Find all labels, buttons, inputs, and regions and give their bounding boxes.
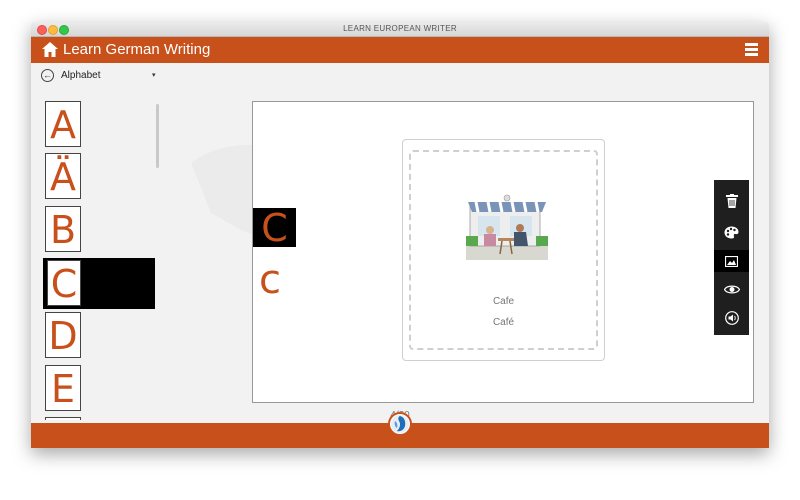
word-card: Cafe Café	[402, 139, 605, 361]
image-icon[interactable]	[714, 250, 749, 272]
word-card-frame: Cafe Café	[409, 150, 598, 350]
window-title: LEARN EUROPEAN WRITER	[343, 24, 457, 33]
app-logo-button[interactable]	[388, 412, 412, 436]
letter-tile-e[interactable]: E	[45, 365, 81, 411]
app-window: LEARN EUROPEAN WRITER Learn German Writi…	[31, 22, 769, 448]
speaker-icon[interactable]	[714, 307, 749, 329]
home-icon[interactable]	[41, 41, 59, 58]
palette-icon[interactable]	[714, 221, 749, 243]
letter-tile-b[interactable]: B	[45, 206, 81, 252]
letter-tile-d[interactable]: D	[45, 312, 81, 358]
letter-tile-c[interactable]: C	[47, 260, 81, 306]
app-title: Learn German Writing	[63, 41, 211, 58]
letter-list: A Ä B C D E	[43, 101, 158, 420]
hamburger-menu-icon[interactable]	[745, 43, 758, 57]
app-header: Learn German Writing	[31, 37, 769, 63]
back-arrow-icon[interactable]: ←	[41, 69, 54, 82]
globe-logo-icon	[391, 415, 409, 433]
window-titlebar: LEARN EUROPEAN WRITER	[31, 22, 769, 37]
category-select[interactable]: Alphabet	[61, 70, 100, 81]
chevron-down-icon[interactable]: ▾	[152, 71, 156, 79]
writing-panel: C c Cafe Café	[252, 101, 754, 403]
letter-list-scrollbar[interactable]	[156, 104, 159, 168]
word-label: Cafe	[492, 296, 515, 307]
side-toolbar	[714, 180, 749, 335]
letter-tile-a[interactable]: A	[45, 101, 81, 147]
eye-icon[interactable]	[714, 278, 749, 300]
cafe-illustration	[466, 194, 548, 260]
bottom-bar	[31, 412, 769, 448]
uppercase-letter[interactable]: C	[253, 208, 296, 248]
trash-icon[interactable]	[714, 190, 749, 212]
letter-tile-a-umlaut[interactable]: Ä	[45, 153, 81, 199]
lowercase-letter[interactable]: c	[259, 260, 281, 300]
word-native-label: Café	[492, 317, 515, 328]
main-content: ← Alphabet ▾ A Ä B C D E C c Cafe Café	[31, 63, 769, 423]
